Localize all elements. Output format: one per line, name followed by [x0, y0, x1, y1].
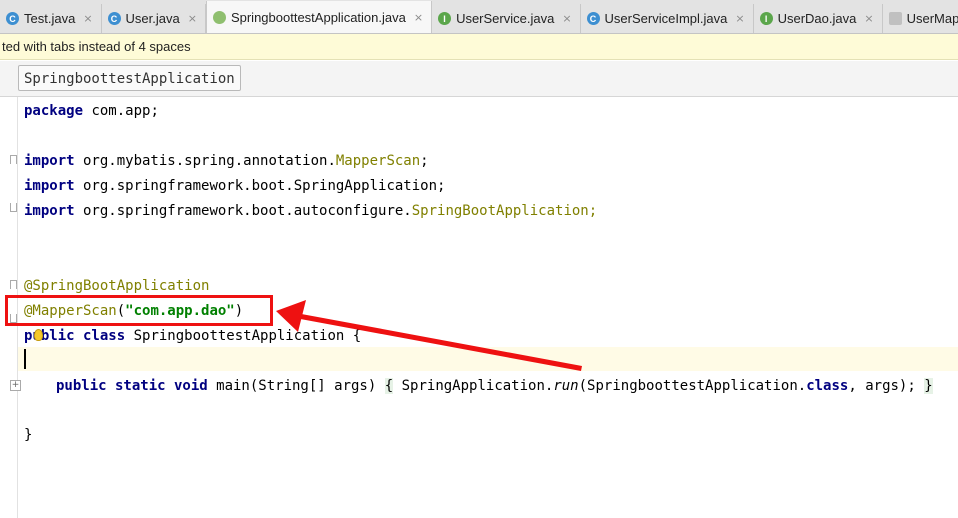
close-icon[interactable]: ×: [864, 13, 873, 24]
import-class-unresolved: MapperScan: [335, 153, 421, 169]
notification-text: ted with tabs instead of 4 spaces: [2, 39, 191, 54]
folded-brace-close[interactable]: }: [924, 378, 933, 394]
import-path: org.mybatis.spring.annotation.: [74, 153, 336, 169]
code-line-main-method[interactable]: public static void main(String[] args) {…: [56, 376, 933, 396]
close-icon[interactable]: ×: [562, 13, 571, 24]
import-semicolon: ;: [588, 203, 598, 219]
tab-user-java[interactable]: C User.java ×: [101, 4, 206, 33]
indent-notification-bar: ted with tabs instead of 4 spaces: [0, 34, 958, 60]
tab-label: UserService.java: [456, 11, 555, 26]
current-line-highlight: [18, 347, 958, 371]
tab-label: UserServiceImpl.java: [604, 11, 728, 26]
main-body-receiver: SpringApplication.: [393, 378, 554, 394]
breadcrumb-class-item[interactable]: SpringboottestApplication: [18, 65, 241, 91]
breadcrumb-bar: SpringboottestApplication: [0, 61, 958, 97]
close-icon[interactable]: ×: [83, 13, 92, 24]
interface-icon: I: [438, 12, 452, 25]
tab-userserviceimpl-java[interactable]: C UserServiceImpl.java ×: [580, 4, 754, 33]
code-line-import-1[interactable]: import org.mybatis.spring.annotation.Map…: [24, 151, 429, 171]
main-body-tail: , args);: [848, 378, 925, 394]
code-line-import-2[interactable]: import org.springframework.boot.SpringAp…: [24, 176, 445, 196]
code-line-class-declaration[interactable]: public class SpringboottestApplication {: [24, 326, 361, 346]
xml-mapper-icon: [888, 12, 902, 25]
keyword-package: package: [24, 103, 84, 119]
tab-usermap[interactable]: UserMap: [882, 4, 958, 33]
interface-icon: I: [759, 12, 773, 25]
class-icon: C: [107, 12, 121, 25]
fold-marker-icon[interactable]: [10, 155, 17, 164]
package-name: com.app;: [83, 103, 159, 119]
tab-springboottestapplication-java[interactable]: SpringboottestApplication.java ×: [205, 1, 433, 33]
method-run: run: [553, 378, 579, 394]
fold-marker-icon[interactable]: [10, 280, 17, 289]
import-class-unresolved: SpringBootApplication: [411, 203, 589, 219]
main-body-args: (SpringboottestApplication.: [578, 378, 807, 394]
code-line-import-3[interactable]: import org.springframework.boot.autoconf…: [24, 201, 597, 221]
tab-label: UserMap: [906, 11, 958, 26]
lightbulb-intention-icon[interactable]: [34, 329, 43, 341]
code-line-springboot-annotation[interactable]: @SpringBootApplication: [24, 276, 209, 296]
class-name: SpringboottestApplication {: [125, 328, 362, 344]
close-icon[interactable]: ×: [414, 12, 423, 23]
code-line-package[interactable]: package com.app;: [24, 101, 159, 121]
tab-label: UserDao.java: [777, 11, 857, 26]
close-icon[interactable]: ×: [188, 13, 197, 24]
folded-brace-open[interactable]: {: [384, 378, 394, 394]
class-icon: C: [586, 12, 600, 25]
tab-label: SpringboottestApplication.java: [230, 9, 406, 25]
keyword-import: import: [24, 153, 75, 169]
import-path: org.springframework.boot.autoconfigure.: [74, 203, 412, 219]
spring-boot-icon: [212, 10, 226, 24]
tab-label: Test.java: [24, 11, 76, 26]
close-icon[interactable]: ×: [735, 13, 744, 24]
class-icon: C: [6, 12, 19, 25]
import-semicolon: ;: [420, 153, 429, 169]
text-cursor: [24, 349, 26, 369]
import-path: org.springframework.boot.SpringApplicati…: [74, 178, 446, 194]
editor-tab-bar: C Test.java × C User.java × SpringboottestAppl…: [0, 0, 958, 34]
tab-userdao-java[interactable]: I UserDao.java ×: [753, 4, 883, 33]
tab-test-java[interactable]: C Test.java ×: [0, 4, 102, 33]
tab-userservice-java[interactable]: I UserService.java ×: [432, 4, 581, 33]
annotation-highlight-box: [5, 295, 273, 326]
fold-expand-icon[interactable]: +: [10, 380, 21, 391]
fold-end-marker-icon[interactable]: [10, 203, 17, 212]
annotation-springbootapplication: @SpringBootApplication: [24, 278, 210, 294]
code-line-class-close[interactable]: }: [24, 425, 32, 445]
tab-label: User.java: [125, 11, 180, 26]
keyword-public-static-void: public static void: [56, 378, 208, 394]
main-signature: main(String[] args): [207, 378, 385, 394]
keyword-import: import: [24, 203, 75, 219]
keyword-class: class: [806, 378, 849, 394]
keyword-import: import: [24, 178, 75, 194]
closing-brace: }: [24, 427, 33, 443]
